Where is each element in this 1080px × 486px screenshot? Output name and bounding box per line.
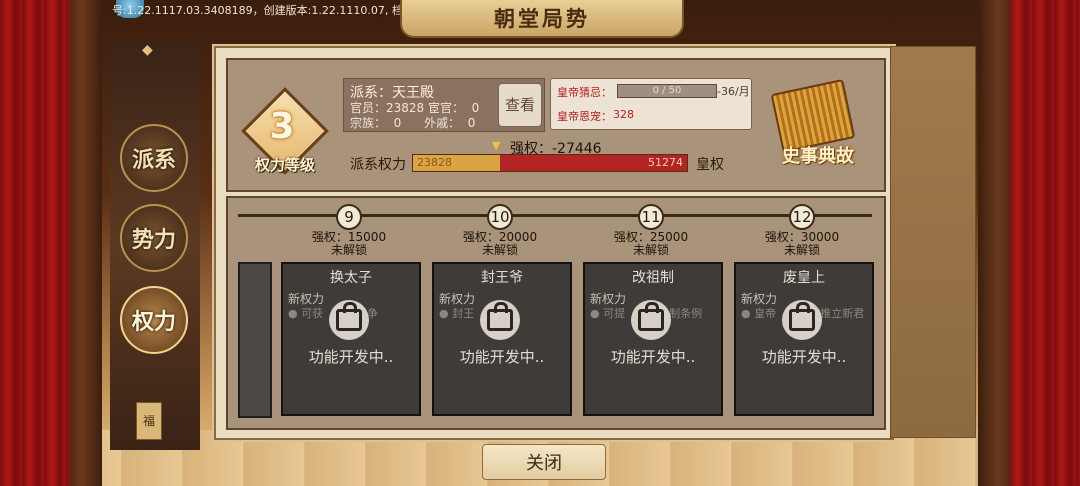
history-label: 史事典故 <box>782 146 854 167</box>
history-button[interactable]: 史事典故 <box>768 78 868 178</box>
emperor-info-box: 皇帝猜忌： 0 / 50 -36/月 皇帝恩宠： 328 <box>550 78 752 130</box>
curtain-right <box>1010 0 1080 486</box>
level-node: 12 强权：30000 未解锁 <box>737 204 867 257</box>
level-number: 10 <box>487 204 513 230</box>
faction-info-box: 派系：天王殿 官员：23828 宦官： 0 宗族： 0 外戚： 0 查看 <box>343 78 545 132</box>
level-requirement: 强权：25000 <box>613 230 689 244</box>
level-requirement: 强权：20000 <box>462 230 538 244</box>
card-title: 改祖制 <box>632 270 674 286</box>
emperor-favor-label: 皇帝恩宠： <box>557 110 612 123</box>
level-node: 11 强权：25000 未解锁 <box>586 204 716 257</box>
lock-icon <box>631 300 671 340</box>
card-wip-text: 功能开发中.. <box>459 348 545 366</box>
level-status: 未解锁 <box>632 243 669 257</box>
card-wip-text: 功能开发中.. <box>308 348 394 366</box>
level-node: 9 强权：15000 未解锁 <box>284 204 414 257</box>
power-card[interactable]: 封王爷 新权力 ● 封王 功能开发中.. <box>432 262 572 416</box>
rank-badge: 3 权力等级 <box>241 87 329 180</box>
level-node: 10 强权：20000 未解锁 <box>435 204 565 257</box>
curtain-left <box>0 0 70 486</box>
emperor-suspicion-label: 皇帝猜忌： <box>557 86 612 99</box>
power-card[interactable]: 改祖制 新权力 ● 可提 祖制条例 功能开发中.. <box>583 262 723 416</box>
card-wip-text: 功能开发中.. <box>610 348 696 366</box>
tab-faction[interactable]: 派系 <box>120 124 188 192</box>
ornament-icon: ◆ <box>142 42 153 58</box>
rank-number: 3 <box>269 106 295 147</box>
lock-icon <box>782 300 822 340</box>
level-requirement: 强权：30000 <box>764 230 840 244</box>
view-button[interactable]: 查看 <box>498 83 542 127</box>
close-button[interactable]: 关闭 <box>482 444 606 480</box>
level-number: 9 <box>336 204 362 230</box>
power-card[interactable]: 换太子 新权力 ● 可获 之争 功能开发中.. <box>281 262 421 416</box>
faction-stats-clan: 宗族： 0 外戚： 0 <box>350 116 476 130</box>
partial-card <box>238 262 272 418</box>
title-plate: 朝堂局势 <box>400 0 684 38</box>
power-card[interactable]: 废皇上 新权力 ● 皇帝 可推立新君 功能开发中.. <box>734 262 874 416</box>
faction-power-value: 23828 <box>417 156 452 169</box>
card-title: 封王爷 <box>481 270 523 286</box>
lock-icon <box>329 300 369 340</box>
tab-influence[interactable]: 势力 <box>120 204 188 272</box>
right-decor-panel <box>890 46 976 438</box>
triangle-down-icon: ▼ <box>492 139 501 152</box>
level-status: 未解锁 <box>481 243 518 257</box>
emperor-power-value: 51274 <box>648 156 683 169</box>
emperor-suspicion-value: 0 / 50 <box>652 85 682 96</box>
lock-icon <box>480 300 520 340</box>
emperor-suspicion-bar: 0 / 50 <box>617 84 717 98</box>
card-wip-text: 功能开发中.. <box>761 348 847 366</box>
card-subtitle: 新权力 <box>741 292 778 306</box>
card-title: 废皇上 <box>783 270 825 286</box>
level-status: 未解锁 <box>783 243 820 257</box>
card-subtitle: 新权力 <box>439 292 476 306</box>
card-subtitle: 新权力 <box>288 292 325 306</box>
hanging-tag: 福 <box>136 402 162 440</box>
faction-power-label: 派系权力 <box>350 157 406 173</box>
emperor-power-label: 皇权 <box>696 157 724 173</box>
level-number: 12 <box>789 204 815 230</box>
power-balance-bar: 23828 51274 <box>412 154 688 172</box>
rank-label: 权力等级 <box>254 156 315 174</box>
side-tab-bar: 派系 势力 权力 <box>110 40 200 450</box>
card-subtitle: 新权力 <box>590 292 627 306</box>
page-title: 朝堂局势 <box>494 7 590 31</box>
level-number: 11 <box>638 204 664 230</box>
emperor-favor-value: 328 <box>613 108 634 121</box>
level-requirement: 强权：15000 <box>311 230 387 244</box>
card-title: 换太子 <box>330 270 372 286</box>
tab-power[interactable]: 权力 <box>120 286 188 354</box>
emperor-suspicion-rate: -36/月 <box>717 85 750 98</box>
level-status: 未解锁 <box>330 243 367 257</box>
